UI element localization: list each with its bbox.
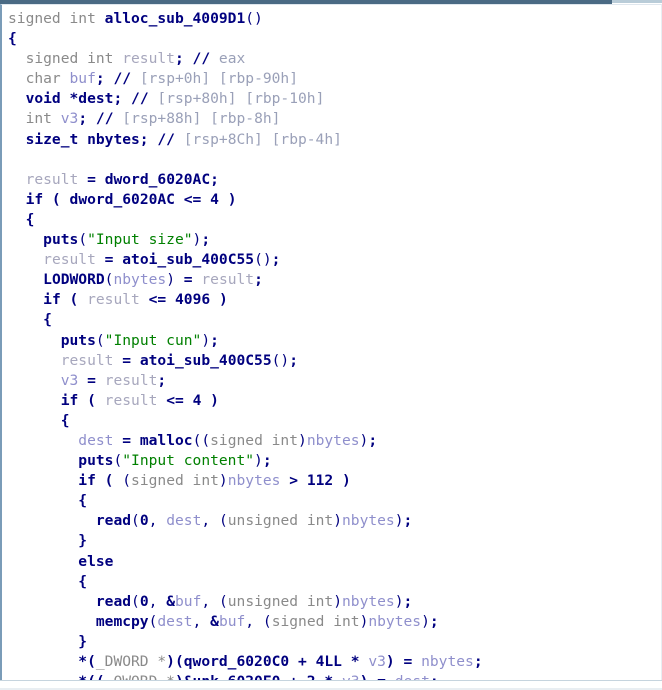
code-line[interactable]: dest = malloc((signed int)nbytes); [8, 431, 661, 451]
code-line[interactable]: LODWORD(nbytes) = result; [8, 270, 661, 290]
code-line[interactable]: result = atoi_sub_400C55(); [8, 351, 661, 371]
code-line[interactable]: else [8, 552, 661, 572]
code-line[interactable]: { [8, 572, 661, 592]
code-line[interactable]: puts("Input content"); [8, 451, 661, 471]
window-title-strip-right [612, 0, 662, 3]
code-line[interactable]: v3 = result; [8, 371, 661, 391]
code-line[interactable]: puts("Input cun"); [8, 331, 661, 351]
window-bottom-edge [0, 680, 662, 690]
pseudocode-text[interactable]: signed int alloc_sub_4009D1(){ signed in… [2, 5, 661, 680]
code-line[interactable]: signed int result; // eax [8, 49, 661, 69]
code-line[interactable]: if ( (signed int)nbytes > 112 ) [8, 471, 661, 491]
code-line[interactable]: read(0, &buf, (unsigned int)nbytes); [8, 592, 661, 612]
code-line[interactable]: puts("Input size"); [8, 230, 661, 250]
code-line[interactable]: char buf; // [rsp+0h] [rbp-90h] [8, 69, 661, 89]
code-line[interactable] [8, 150, 661, 170]
code-line[interactable]: int v3; // [rsp+88h] [rbp-8h] [8, 109, 661, 129]
code-line[interactable]: { [8, 491, 661, 511]
code-line[interactable]: { [8, 310, 661, 330]
code-line[interactable]: read(0, dest, (unsigned int)nbytes); [8, 511, 661, 531]
code-line[interactable]: signed int alloc_sub_4009D1() [8, 9, 661, 29]
code-line[interactable]: if ( dword_6020AC <= 4 ) [8, 190, 661, 210]
decompiler-window: signed int alloc_sub_4009D1(){ signed in… [0, 0, 662, 690]
code-line[interactable]: { [8, 411, 661, 431]
code-line[interactable]: size_t nbytes; // [rsp+8Ch] [rbp-4h] [8, 130, 661, 150]
code-line[interactable]: result = dword_6020AC; [8, 170, 661, 190]
pseudocode-pane[interactable]: signed int alloc_sub_4009D1(){ signed in… [0, 4, 662, 680]
code-line[interactable]: void *dest; // [rsp+80h] [rbp-10h] [8, 89, 661, 109]
code-line[interactable]: if ( result <= 4096 ) [8, 290, 661, 310]
code-line[interactable]: *((_QWORD *)&unk_6020E0 + 2 * v3) = dest… [8, 672, 661, 680]
code-line[interactable]: *(_DWORD *)(qword_6020C0 + 4LL * v3) = n… [8, 652, 661, 672]
code-line[interactable]: { [8, 210, 661, 230]
code-line[interactable]: } [8, 531, 661, 551]
code-line[interactable]: memcpy(dest, &buf, (signed int)nbytes); [8, 612, 661, 632]
code-line[interactable]: { [8, 29, 661, 49]
code-line[interactable]: result = atoi_sub_400C55(); [8, 250, 661, 270]
code-line[interactable]: if ( result <= 4 ) [8, 391, 661, 411]
code-line[interactable]: } [8, 632, 661, 652]
